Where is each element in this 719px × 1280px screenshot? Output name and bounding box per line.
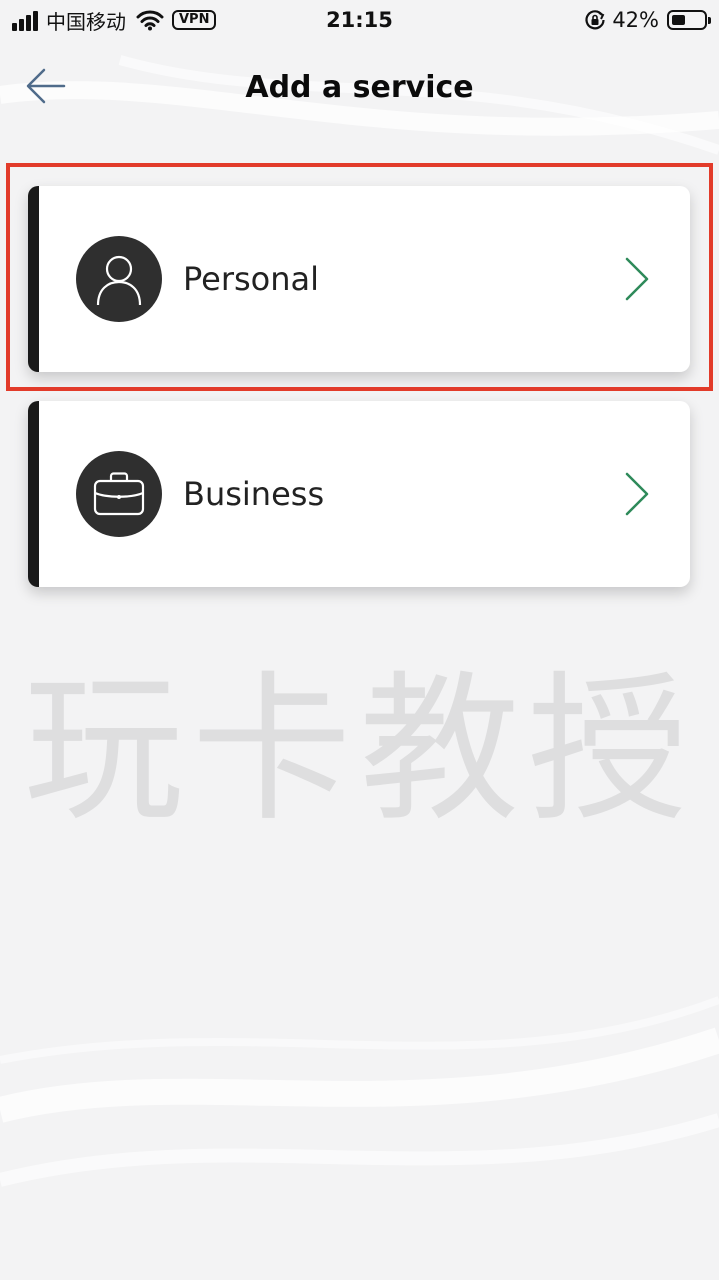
status-bar: 中国移动 VPN 21:15 42% <box>0 0 719 40</box>
chevron-right-icon <box>625 472 649 516</box>
service-card-business[interactable]: Business <box>28 401 690 587</box>
battery-percent: 42% <box>612 8 659 32</box>
service-label: Personal <box>183 260 320 298</box>
page-title: Add a service <box>245 70 474 105</box>
card-accent-bar <box>28 186 39 372</box>
status-right: 42% <box>584 6 711 34</box>
person-icon <box>76 236 162 322</box>
rotation-lock-icon <box>585 10 605 30</box>
header: Add a service <box>0 50 719 126</box>
service-label: Business <box>183 475 325 513</box>
chevron-right-icon <box>625 257 649 301</box>
card-accent-bar <box>28 401 39 587</box>
service-card-personal[interactable]: Personal <box>28 186 690 372</box>
briefcase-icon <box>76 451 162 537</box>
watermark: 玩卡教授 <box>23 656 696 843</box>
battery-icon <box>667 10 711 30</box>
